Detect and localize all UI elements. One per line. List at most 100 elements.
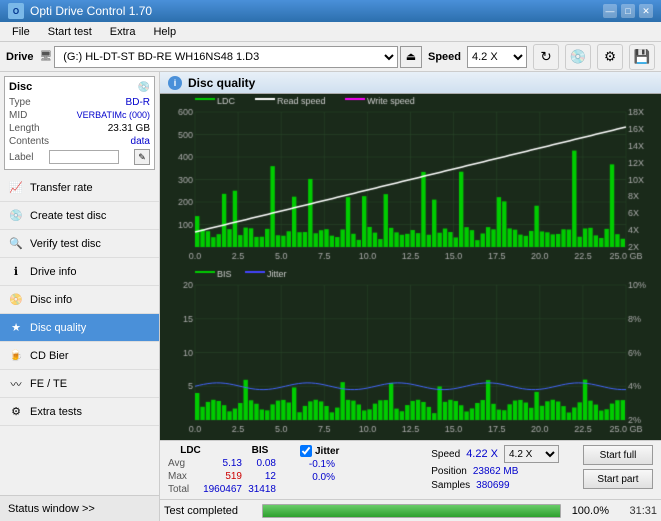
type-label: Type	[9, 97, 31, 108]
label-label: Label	[9, 152, 33, 163]
ldc-total: 1960467	[202, 484, 242, 495]
sidebar-item-verify-test-disc[interactable]: 🔍 Verify test disc	[0, 230, 159, 258]
sidebar-item-extra-tests[interactable]: ⚙ Extra tests	[0, 398, 159, 426]
label-icon-button[interactable]: ✎	[134, 149, 150, 165]
nav-label-drive-info: Drive info	[30, 266, 76, 278]
test-completed-label: Test completed	[164, 505, 254, 517]
disc-action-button[interactable]: 💿	[565, 44, 591, 70]
bis-avg: 0.08	[246, 458, 276, 469]
disc-panel: Disc 💿 Type BD-R MID VERBATIMc (000) Len…	[4, 76, 155, 170]
disc-info-icon: 📀	[8, 292, 24, 308]
speed-dropdown[interactable]: 4.2 X	[504, 445, 559, 463]
ldc-max: 519	[202, 471, 242, 482]
avg-label: Avg	[168, 458, 198, 469]
speed-select[interactable]: 4.2 X	[467, 46, 527, 68]
cd-bier-icon: 🍺	[8, 348, 24, 364]
mid-label: MID	[9, 110, 27, 121]
length-value: 23.31 GB	[108, 123, 150, 134]
minimize-button[interactable]: —	[603, 4, 617, 18]
nav-label-verify-test-disc: Verify test disc	[30, 238, 101, 250]
sidebar-nav: 📈 Transfer rate 💿 Create test disc 🔍 Ver…	[0, 174, 159, 495]
progress-bar-fill	[263, 505, 560, 517]
save-button[interactable]: 💾	[629, 44, 655, 70]
position-value: 23862 MB	[473, 466, 519, 477]
disc-panel-title: Disc	[9, 81, 32, 93]
app-title: Opti Drive Control 1.70	[30, 4, 152, 18]
ldc-avg: 5.13	[202, 458, 242, 469]
progress-bar-container	[262, 504, 561, 518]
nav-label-extra-tests: Extra tests	[30, 406, 82, 418]
panel-header: i Disc quality	[160, 72, 661, 94]
sidebar-item-fe-te[interactable]: 〰 FE / TE	[0, 370, 159, 398]
panel-icon: i	[168, 76, 182, 90]
status-window-label: Status window >>	[8, 503, 95, 515]
sidebar-item-transfer-rate[interactable]: 📈 Transfer rate	[0, 174, 159, 202]
settings-button[interactable]: ⚙	[597, 44, 623, 70]
nav-label-cd-bier: CD Bier	[30, 350, 69, 362]
label-input[interactable]	[49, 150, 119, 164]
transfer-rate-icon: 📈	[8, 180, 24, 196]
menu-extra[interactable]: Extra	[102, 24, 144, 40]
start-full-button[interactable]: Start full	[583, 445, 653, 465]
chart-bottom-wrapper	[160, 267, 661, 440]
drive-bar: Drive 🖥 (G:) HL-DT-ST BD-RE WH16NS48 1.D…	[0, 42, 661, 72]
samples-label: Samples	[431, 480, 470, 491]
type-value: BD-R	[126, 97, 150, 108]
main-layout: Disc 💿 Type BD-R MID VERBATIMc (000) Len…	[0, 72, 661, 521]
jitter-checkbox[interactable]	[300, 445, 312, 457]
sidebar: Disc 💿 Type BD-R MID VERBATIMc (000) Len…	[0, 72, 160, 521]
close-button[interactable]: ✕	[639, 4, 653, 18]
sidebar-item-disc-quality[interactable]: ★ Disc quality	[0, 314, 159, 342]
max-label: Max	[168, 471, 198, 482]
total-label: Total	[168, 484, 198, 495]
speed-label: Speed	[431, 449, 460, 460]
menu-start-test[interactable]: Start test	[40, 24, 100, 40]
position-label: Position	[431, 466, 467, 477]
drive-select[interactable]: (G:) HL-DT-ST BD-RE WH16NS48 1.D3	[54, 46, 398, 68]
status-window-button[interactable]: Status window >>	[0, 495, 159, 521]
charts-container	[160, 94, 661, 440]
refresh-button[interactable]: ↻	[533, 44, 559, 70]
verify-test-disc-icon: 🔍	[8, 236, 24, 252]
contents-label: Contents	[9, 136, 49, 147]
jitter-avg: -0.1%	[300, 459, 335, 470]
nav-label-transfer-rate: Transfer rate	[30, 182, 93, 194]
menu-help[interactable]: Help	[145, 24, 184, 40]
bis-header: BIS	[245, 445, 275, 456]
disc-quality-icon: ★	[8, 320, 24, 336]
drive-label: Drive	[6, 51, 34, 63]
jitter-max: 0.0%	[300, 472, 335, 483]
sidebar-item-disc-info[interactable]: 📀 Disc info	[0, 286, 159, 314]
progress-area: Test completed 100.0% 31:31	[160, 499, 661, 521]
speed-value: 4.22 X	[466, 448, 498, 460]
ldc-header: LDC	[168, 445, 213, 456]
extra-tests-icon: ⚙	[8, 404, 24, 420]
bis-max: 12	[246, 471, 276, 482]
chart-bottom	[160, 267, 661, 440]
chart-top	[160, 94, 661, 267]
mid-value: VERBATIMc (000)	[77, 110, 150, 121]
menu-file[interactable]: File	[4, 24, 38, 40]
chart-top-wrapper	[160, 94, 661, 267]
drive-info-icon: ℹ	[8, 264, 24, 280]
nav-label-disc-info: Disc info	[30, 294, 72, 306]
sidebar-item-drive-info[interactable]: ℹ Drive info	[0, 258, 159, 286]
nav-label-create-test-disc: Create test disc	[30, 210, 106, 222]
eject-button[interactable]: ⏏	[400, 46, 422, 68]
app-icon: O	[8, 3, 24, 19]
create-test-disc-icon: 💿	[8, 208, 24, 224]
speed-label: Speed	[428, 51, 461, 63]
start-part-button[interactable]: Start part	[583, 469, 653, 489]
nav-label-fe-te: FE / TE	[30, 378, 67, 390]
menu-bar: File Start test Extra Help	[0, 22, 661, 42]
nav-label-disc-quality: Disc quality	[30, 322, 86, 334]
progress-time: 31:31	[617, 505, 657, 517]
sidebar-item-create-test-disc[interactable]: 💿 Create test disc	[0, 202, 159, 230]
panel-title: Disc quality	[188, 76, 255, 90]
stats-bar: LDC BIS Avg 5.13 0.08 Max 519 12 Total 1…	[160, 440, 661, 499]
jitter-header: Jitter	[315, 446, 339, 457]
length-label: Length	[9, 123, 40, 134]
samples-value: 380699	[476, 480, 509, 491]
sidebar-item-cd-bier[interactable]: 🍺 CD Bier	[0, 342, 159, 370]
maximize-button[interactable]: □	[621, 4, 635, 18]
